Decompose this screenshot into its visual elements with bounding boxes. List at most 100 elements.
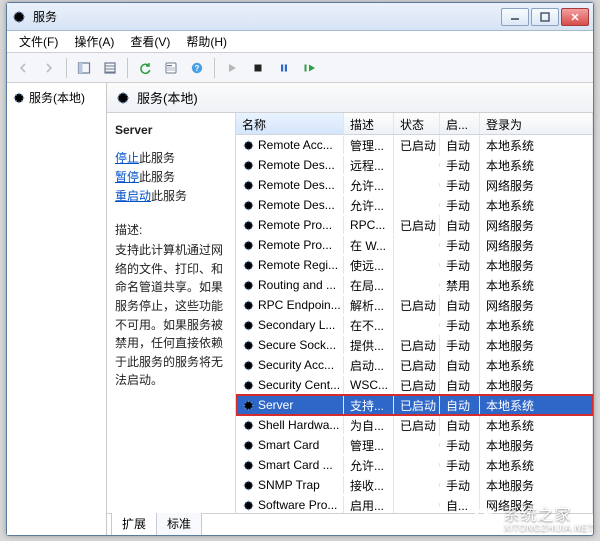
col-name[interactable]: 名称	[236, 113, 344, 134]
service-logon: 本地系统	[480, 315, 593, 336]
service-row[interactable]: Remote Acc...管理...已启动自动本地系统	[236, 135, 593, 155]
desc-text: 支持此计算机通过网络的文件、打印、和命名管道共享。如果服务停止，这些功能不可用。…	[115, 241, 227, 390]
help-button[interactable]: ?	[185, 56, 209, 80]
service-row[interactable]: Remote Des...允许...手动网络服务	[236, 175, 593, 195]
tree-root-item[interactable]: 服务(本地)	[9, 87, 104, 108]
service-row[interactable]: Remote Regi...使远...手动本地服务	[236, 255, 593, 275]
service-row[interactable]: Remote Pro...在 W...手动网络服务	[236, 235, 593, 255]
svg-text:?: ?	[195, 64, 200, 73]
service-row[interactable]: Security Acc...启动...已启动自动本地系统	[236, 355, 593, 375]
service-row[interactable]: SNMP Trap接收...手动本地服务	[236, 475, 593, 495]
gear-icon	[242, 179, 255, 192]
minimize-button[interactable]	[501, 8, 529, 26]
menu-file[interactable]: 文件(F)	[11, 31, 66, 52]
service-desc: 允许...	[344, 195, 394, 216]
service-logon: 本地系统	[480, 395, 593, 416]
service-row[interactable]: Server支持...已启动自动本地系统	[236, 395, 593, 415]
stop-service-button[interactable]	[246, 56, 270, 80]
menubar: 文件(F) 操作(A) 查看(V) 帮助(H)	[7, 31, 593, 53]
service-start: 手动	[440, 475, 480, 496]
desc-label: 描述:	[115, 221, 227, 240]
start-service-button[interactable]	[220, 56, 244, 80]
service-row[interactable]: Remote Des...允许...手动本地系统	[236, 195, 593, 215]
pause-link[interactable]: 暂停	[115, 170, 139, 184]
maximize-button[interactable]	[531, 8, 559, 26]
service-desc: 在 W...	[344, 235, 394, 256]
close-button[interactable]	[561, 8, 589, 26]
menu-help[interactable]: 帮助(H)	[178, 31, 235, 52]
restart-service-button[interactable]	[298, 56, 322, 80]
menu-action[interactable]: 操作(A)	[66, 31, 122, 52]
service-name: Remote Des...	[258, 198, 335, 212]
service-row[interactable]: Smart Card ...允许...手动本地系统	[236, 455, 593, 475]
service-start: 手动	[440, 335, 480, 356]
service-name: Security Cent...	[258, 378, 340, 392]
window: 服务 文件(F) 操作(A) 查看(V) 帮助(H) ? 服务(本地)	[6, 2, 594, 536]
back-button[interactable]	[11, 56, 35, 80]
restart-link[interactable]: 重启动	[115, 189, 151, 203]
service-desc: 管理...	[344, 135, 394, 156]
service-status	[394, 283, 440, 287]
gear-icon	[242, 159, 255, 172]
tree-pane[interactable]: 服务(本地)	[7, 83, 107, 535]
service-desc: 为自...	[344, 415, 394, 436]
service-row[interactable]: Routing and ...在局...禁用本地系统	[236, 275, 593, 295]
gear-icon	[242, 399, 255, 412]
service-name: Secondary L...	[258, 318, 335, 332]
service-status	[394, 203, 440, 207]
service-status	[394, 263, 440, 267]
service-name: Routing and ...	[258, 278, 336, 292]
service-status	[394, 183, 440, 187]
service-row[interactable]: Remote Pro...RPC...已启动自动网络服务	[236, 215, 593, 235]
service-row[interactable]: Secure Sock...提供...已启动手动本地服务	[236, 335, 593, 355]
service-row[interactable]: Smart Card管理...手动本地服务	[236, 435, 593, 455]
service-logon: 本地服务	[480, 475, 593, 496]
gear-icon	[242, 459, 255, 472]
export-list-button[interactable]	[98, 56, 122, 80]
properties-button[interactable]	[159, 56, 183, 80]
service-logon: 本地服务	[480, 255, 593, 276]
service-name: Smart Card	[258, 438, 319, 452]
col-start[interactable]: 启...	[440, 113, 480, 134]
show-hide-tree-button[interactable]	[72, 56, 96, 80]
service-name: Remote Des...	[258, 158, 335, 172]
services-icon	[11, 9, 27, 25]
tab-standard[interactable]: 标准	[156, 513, 202, 535]
refresh-button[interactable]	[133, 56, 157, 80]
stop-link[interactable]: 停止	[115, 151, 139, 165]
col-logon[interactable]: 登录为	[480, 113, 593, 134]
service-name: Remote Des...	[258, 178, 335, 192]
forward-button[interactable]	[37, 56, 61, 80]
service-name: Remote Acc...	[258, 138, 333, 152]
service-row[interactable]: Software Pro...启用...自...网络服务	[236, 495, 593, 513]
titlebar[interactable]: 服务	[7, 3, 593, 31]
service-logon: 本地系统	[480, 275, 593, 296]
service-status	[394, 463, 440, 467]
service-row[interactable]: Security Cent...WSC...已启动自动本地服务	[236, 375, 593, 395]
menu-view[interactable]: 查看(V)	[122, 31, 178, 52]
service-logon: 本地系统	[480, 195, 593, 216]
service-desc: 管理...	[344, 435, 394, 456]
service-row[interactable]: Shell Hardwa...为自...已启动自动本地系统	[236, 415, 593, 435]
service-status: 已启动	[394, 415, 440, 436]
service-status: 已启动	[394, 375, 440, 396]
gear-icon	[242, 279, 255, 292]
service-logon: 网络服务	[480, 495, 593, 514]
gear-icon	[12, 91, 26, 105]
tab-extended[interactable]: 扩展	[111, 513, 157, 535]
service-start: 自动	[440, 215, 480, 236]
service-row[interactable]: Secondary L...在不...手动本地系统	[236, 315, 593, 335]
service-row[interactable]: RPC Endpoin...解析...已启动自动网络服务	[236, 295, 593, 315]
toolbar: ?	[7, 53, 593, 83]
col-desc[interactable]: 描述	[344, 113, 394, 134]
content-header: 服务(本地)	[107, 83, 593, 113]
service-logon: 网络服务	[480, 215, 593, 236]
list-body[interactable]: Remote Acc...管理...已启动自动本地系统Remote Des...…	[236, 135, 593, 513]
service-row[interactable]: Remote Des...远程...手动本地系统	[236, 155, 593, 175]
pause-service-button[interactable]	[272, 56, 296, 80]
gear-icon	[242, 259, 255, 272]
service-start: 自...	[440, 495, 480, 514]
service-start: 手动	[440, 175, 480, 196]
col-status[interactable]: 状态	[394, 113, 440, 134]
service-logon: 本地系统	[480, 415, 593, 436]
